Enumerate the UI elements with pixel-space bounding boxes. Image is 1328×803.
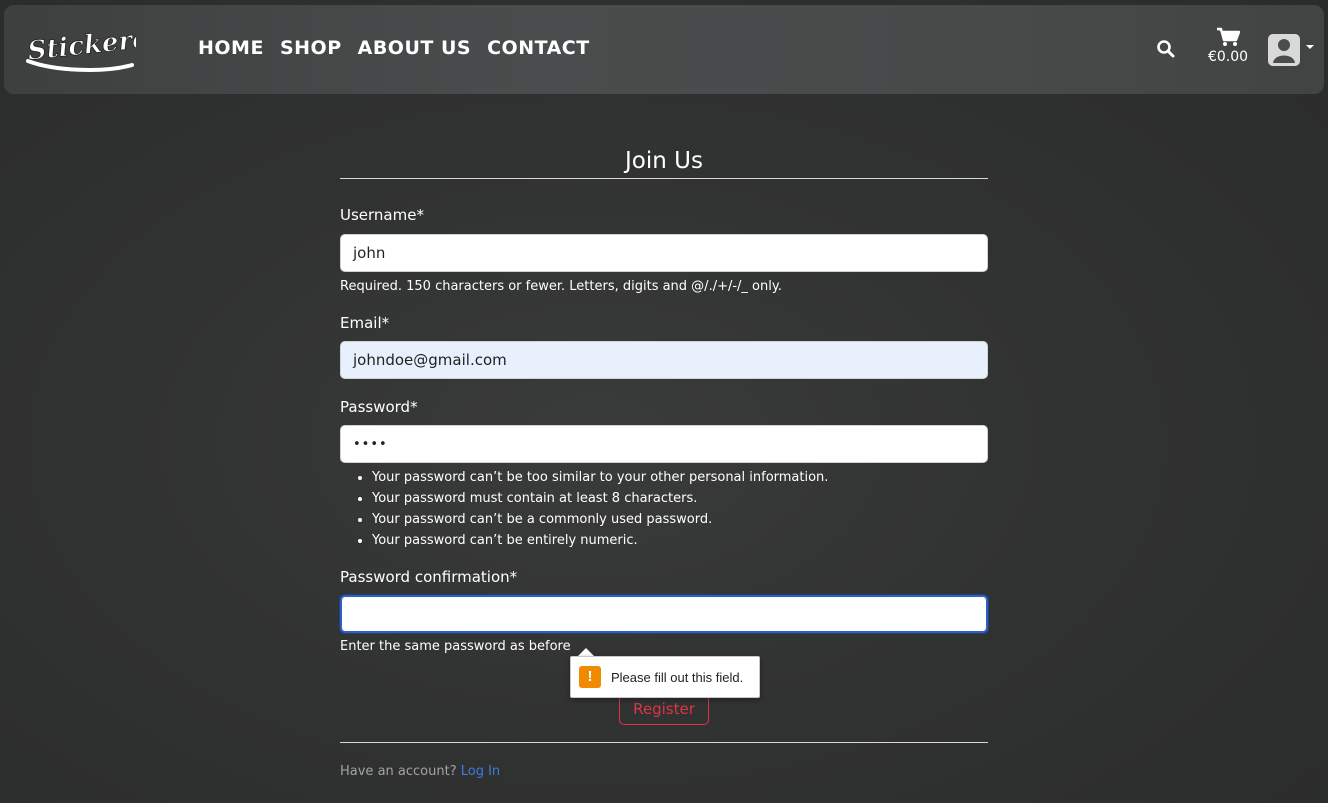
email-field[interactable]: johndoe@gmail.com	[340, 341, 988, 379]
password-help-list: Your password can’t be too similar to yo…	[340, 467, 988, 551]
nav-shop[interactable]: SHOP	[280, 37, 342, 59]
password-help-item: Your password can’t be entirely numeric.	[372, 530, 988, 551]
stickered-logo[interactable]: Stickered	[24, 21, 169, 73]
footer-divider	[340, 742, 988, 743]
username-help: Required. 150 characters or fewer. Lette…	[340, 279, 782, 294]
nav-about-us[interactable]: ABOUT US	[358, 37, 471, 59]
top-navbar: Stickered HOME SHOP ABOUT US CONTACT €0.…	[4, 5, 1324, 94]
validation-tooltip: ! Please fill out this field.	[570, 656, 760, 698]
login-link[interactable]: Log In	[461, 764, 500, 779]
page-title: Join Us	[625, 148, 703, 174]
password-help-item: Your password can’t be too similar to yo…	[372, 467, 988, 488]
cart-button[interactable]: €0.00	[1200, 27, 1256, 77]
main-nav: HOME SHOP ABOUT US CONTACT	[198, 37, 590, 59]
user-avatar-icon	[1268, 34, 1300, 66]
search-icon[interactable]	[1156, 39, 1178, 61]
title-divider	[340, 178, 988, 179]
username-label: Username*	[340, 206, 424, 224]
password-confirmation-help: Enter the same password as before	[340, 639, 571, 654]
password-label: Password*	[340, 398, 418, 416]
cart-icon	[1217, 27, 1240, 46]
nav-home[interactable]: HOME	[198, 37, 264, 59]
username-field[interactable]: john	[340, 234, 988, 272]
warning-icon: !	[579, 666, 601, 688]
login-prompt: Have an account? Log In	[340, 764, 500, 779]
user-menu-toggle[interactable]	[1266, 33, 1322, 73]
nav-contact[interactable]: CONTACT	[487, 37, 590, 59]
password-confirmation-label: Password confirmation*	[340, 568, 518, 586]
tooltip-message: Please fill out this field.	[611, 669, 744, 685]
password-field[interactable]: ••••	[340, 425, 988, 463]
password-confirmation-field[interactable]	[340, 595, 988, 633]
password-help-item: Your password can’t be a commonly used p…	[372, 509, 988, 530]
signup-form: Join Us Username* john Required. 150 cha…	[340, 148, 988, 654]
svg-text:Stickered: Stickered	[26, 22, 136, 66]
login-prompt-text: Have an account?	[340, 764, 457, 779]
email-label: Email*	[340, 314, 390, 332]
caret-down-icon	[1306, 45, 1314, 49]
cart-total: €0.00	[1207, 49, 1249, 65]
password-help-item: Your password must contain at least 8 ch…	[372, 488, 988, 509]
